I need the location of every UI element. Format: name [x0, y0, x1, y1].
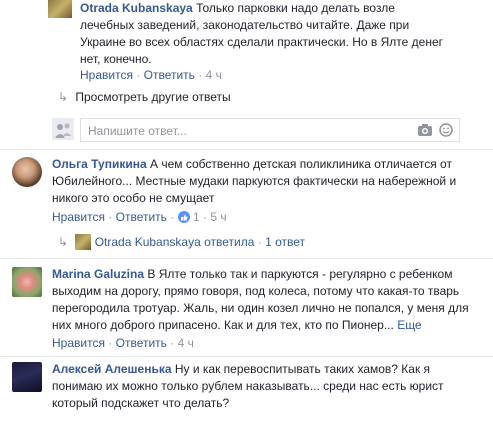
- comment-text-line: перегородила тротуар. Жаль, ни один козе…: [52, 301, 469, 315]
- view-more-replies[interactable]: ↳ Просмотреть другие ответы: [58, 90, 231, 104]
- see-more-link[interactable]: Еще: [397, 318, 421, 332]
- divider: [0, 149, 493, 150]
- comment-author[interactable]: Ольга Тупикина: [52, 157, 147, 171]
- like-link[interactable]: Нравится: [80, 68, 133, 82]
- comment-text-line: который подскажет что делать?: [52, 396, 230, 410]
- comment-meta: Нравится · Ответить · 4 ч: [80, 68, 222, 82]
- like-badge-icon: [177, 211, 190, 223]
- reply-summary[interactable]: ↳ Otrada Kubanskaya ответила · 1 ответ: [58, 234, 305, 250]
- avatar[interactable]: [12, 157, 42, 187]
- reply-arrow-icon: ↳: [58, 235, 69, 249]
- comment-text-line: выходим на дорогу, прямо говоря, под кол…: [52, 284, 460, 298]
- like-count[interactable]: 1: [193, 210, 200, 224]
- comment-meta: Нравится · Ответить · 4 ч: [52, 336, 194, 350]
- comment-timestamp[interactable]: 4 ч: [206, 68, 222, 82]
- view-more-replies-label[interactable]: Просмотреть другие ответы: [75, 90, 230, 104]
- current-user-avatar: [52, 118, 74, 140]
- emoji-icon[interactable]: [438, 123, 454, 137]
- comment-text-line: Только парковки надо делать возле: [196, 1, 395, 15]
- like-link[interactable]: Нравится: [52, 210, 105, 224]
- reply-link[interactable]: Ответить: [116, 336, 167, 350]
- reply-count[interactable]: 1 ответ: [265, 235, 305, 249]
- avatar[interactable]: [12, 267, 42, 297]
- camera-icon[interactable]: [417, 123, 433, 137]
- reply-author-avatar: [75, 234, 92, 250]
- comment-author[interactable]: Otrada Kubanskaya: [80, 1, 193, 15]
- comment-author[interactable]: Marina Galuzina: [52, 267, 144, 281]
- reply-link[interactable]: Ответить: [144, 68, 195, 82]
- like-link[interactable]: Нравится: [52, 336, 105, 350]
- comment-timestamp[interactable]: 4 ч: [178, 336, 194, 350]
- comment-text-line: никого это особо не смущает: [52, 191, 215, 205]
- reply-summary-author[interactable]: Otrada Kubanskaya: [95, 235, 201, 249]
- avatar[interactable]: [12, 362, 42, 392]
- divider: [0, 356, 493, 357]
- reply-arrow-icon: ↳: [58, 90, 69, 104]
- divider: [0, 258, 493, 259]
- comment-text-line: лечебных заведений, законодательство чит…: [80, 18, 410, 32]
- comment-text-line: нет, конечно.: [80, 52, 152, 66]
- comment-first-line: Otrada Kubanskaya Только парковки надо д…: [80, 0, 490, 17]
- comment-text-line: понимаю их можно только рублем наказыват…: [52, 379, 444, 393]
- comment-author[interactable]: Алексей Алешенька: [52, 362, 172, 376]
- comment-meta: Нравится · Ответить · 1 · 5 ч: [52, 210, 227, 224]
- comment-text-line: Юбилейного... Местные мудаки паркуются ф…: [52, 174, 457, 188]
- avatar[interactable]: [48, 0, 72, 18]
- comment-text-line: В Ялте только так и паркуются - регулярн…: [147, 267, 453, 281]
- comment-text-line: Ну и как перевоспитывать таких хамов? Ка…: [174, 362, 431, 376]
- reply-input[interactable]: Напишите ответ...: [80, 118, 460, 142]
- comment-text-line: Украине во всех областях сделали практич…: [80, 35, 444, 49]
- comment-timestamp[interactable]: 5 ч: [210, 210, 226, 224]
- reply-link[interactable]: Ответить: [116, 210, 167, 224]
- comment-text-line: А чем собственно детская поликлиника отл…: [150, 157, 452, 171]
- reply-input-placeholder: Напишите ответ...: [88, 124, 187, 138]
- reply-summary-action: ответила: [204, 235, 255, 249]
- comment-text-line: них много доброго припасено. Как и для т…: [52, 318, 394, 332]
